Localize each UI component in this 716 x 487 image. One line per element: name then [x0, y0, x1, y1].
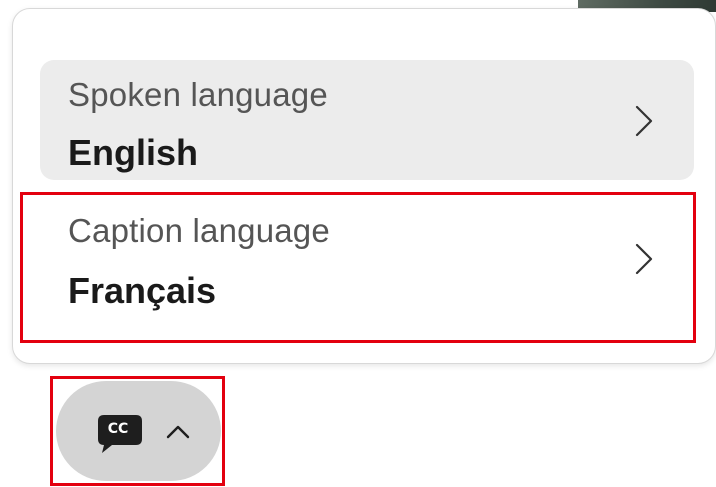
spoken-language-value: English: [68, 132, 199, 173]
spoken-language-item[interactable]: Spoken language English: [40, 60, 694, 180]
spoken-language-label: Spoken language: [68, 76, 328, 113]
chevron-right-icon: [635, 105, 653, 137]
caption-language-value: Français: [68, 270, 217, 311]
chevron-up-icon: [166, 425, 190, 439]
cc-icon-text: CC: [107, 421, 129, 437]
caption-language-item[interactable]: Caption language Français: [40, 198, 694, 318]
chevron-right-icon: [635, 243, 653, 275]
captions-toggle-button[interactable]: CC: [56, 381, 221, 481]
closed-captions-icon: CC: [96, 413, 144, 455]
caption-language-label: Caption language: [68, 212, 330, 249]
